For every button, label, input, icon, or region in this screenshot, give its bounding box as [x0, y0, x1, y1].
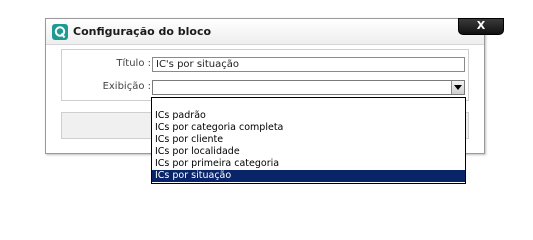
exibicao-label: Exibição : [102, 81, 151, 92]
option-ics-por-localidade[interactable]: ICs por localidade [152, 146, 465, 158]
close-button[interactable]: X [458, 18, 504, 35]
exibicao-select[interactable] [152, 80, 465, 95]
dialog-titlebar: Configuração do bloco X [46, 18, 504, 45]
chevron-down-icon [454, 85, 462, 90]
option-ics-por-situacao[interactable]: ICs por situação [152, 170, 465, 182]
dialog-title: Configuração do bloco [73, 25, 212, 38]
option-ics-por-categoria-completa[interactable]: ICs por categoria completa [152, 122, 465, 134]
option-ics-por-cliente[interactable]: ICs por cliente [152, 134, 465, 146]
option-ics-padrao[interactable]: ICs padrão [152, 110, 465, 122]
form-panel: Título : Exibição : [61, 49, 469, 101]
titulo-label: Título : [116, 58, 151, 69]
empty-option[interactable] [152, 98, 465, 110]
titulo-input[interactable] [152, 57, 465, 72]
dropdown-arrow-button[interactable] [451, 81, 464, 94]
exibicao-dropdown-list: ICs padrão ICs por categoria completa IC… [151, 97, 466, 184]
option-ics-por-primeira-categoria[interactable]: ICs por primeira categoria [152, 158, 465, 170]
app-logo-icon [52, 24, 68, 40]
